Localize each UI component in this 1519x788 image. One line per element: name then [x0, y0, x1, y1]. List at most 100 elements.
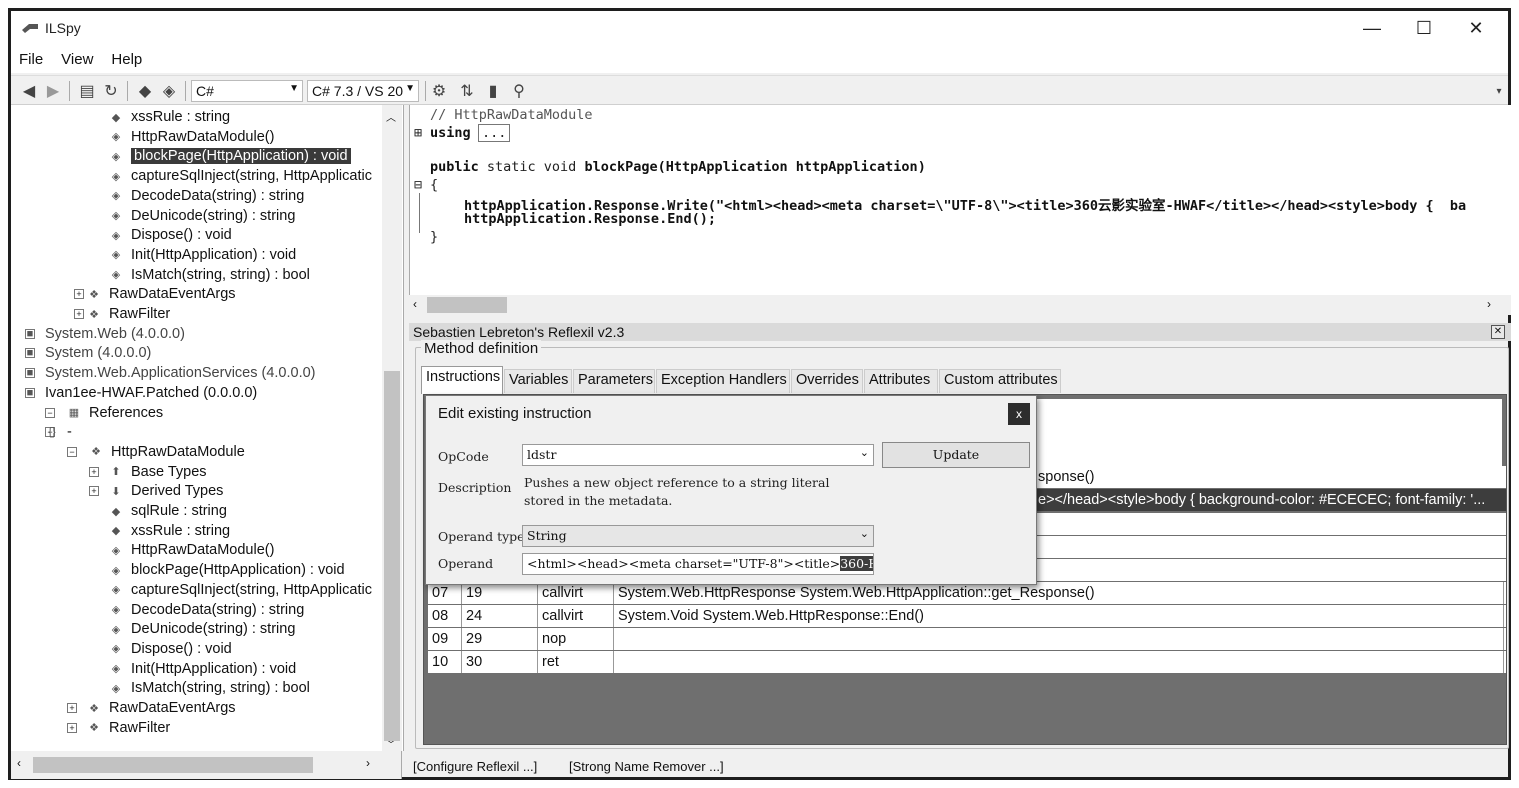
tab-variables[interactable]: Variables [504, 369, 572, 393]
tab-instructions[interactable]: Instructions [421, 366, 503, 394]
menu-bar: File View Help [11, 45, 1508, 73]
show-internal-icon[interactable]: ◆ [135, 81, 155, 101]
code-horizontal-scrollbar[interactable]: ‹ › [409, 295, 1511, 315]
tree-node[interactable]: ◆ xssRule : string [107, 107, 230, 127]
scroll-left-icon[interactable]: ‹ [17, 756, 21, 770]
tree-node[interactable]: ■ Ivan1ee-HWAF.Patched (0.0.0.0) [21, 383, 258, 403]
tree-node[interactable]: ◈ DecodeData(string) : string [107, 186, 305, 206]
tree-expander[interactable]: + [89, 486, 99, 497]
tab-attributes[interactable]: Attributes [864, 369, 938, 393]
table-row[interactable]: 09 29 nop [428, 628, 1506, 650]
scroll-left-icon[interactable]: ‹ [413, 297, 417, 311]
tree-node[interactable]: ◈ HttpRawDataModule() [107, 127, 275, 147]
code-hscroll-thumb[interactable] [427, 297, 507, 313]
title-bar: ILSpy — ☐ ✕ [11, 11, 1508, 45]
reload-icon[interactable]: ↻ [101, 81, 121, 101]
tree-expander[interactable]: + [74, 289, 84, 300]
opcode-select[interactable]: ldstr ⌄ [522, 444, 874, 466]
update-button[interactable]: Update [882, 442, 1030, 468]
tree-node[interactable]: ◆ xssRule : string [107, 521, 230, 541]
tree-node[interactable]: ◈ IsMatch(string, string) : bool [107, 678, 310, 698]
table-row[interactable]: 10 30 ret [428, 651, 1506, 673]
scroll-right-icon[interactable]: › [366, 756, 370, 770]
tree-node-label: DecodeData(string) : string [131, 601, 305, 618]
search-icon[interactable]: ⚲ [509, 81, 529, 101]
tree-node[interactable]: ❖ RawDataEventArgs [85, 698, 235, 718]
tree-node[interactable]: ■ System.Web (4.0.0.0) [21, 324, 185, 344]
tree-node[interactable]: ■ System (4.0.0.0) [21, 343, 152, 363]
toolbar-overflow-icon[interactable]: ▾ [1489, 81, 1509, 101]
fold-toggle[interactable]: ⊟ [414, 177, 422, 193]
tree-node[interactable]: ◆ sqlRule : string [107, 501, 227, 521]
maximize-button[interactable]: ☐ [1398, 11, 1450, 45]
tree-node-label: Ivan1ee-HWAF.Patched (0.0.0.0) [45, 384, 258, 401]
tree-node[interactable]: ◈ blockPage(HttpApplication) : void [107, 146, 351, 166]
tree-node[interactable]: ◈ Dispose() : void [107, 639, 232, 659]
fold-toggle[interactable]: ⊞ [414, 125, 422, 141]
menu-file[interactable]: File [19, 51, 43, 68]
tab-parameters[interactable]: Parameters [573, 369, 655, 393]
operand-type-select[interactable]: String ⌄ [522, 525, 874, 547]
tree-node[interactable]: ❖ RawFilter [85, 718, 170, 738]
reflexil-close-icon[interactable]: ✕ [1491, 325, 1505, 339]
tree-node[interactable]: ◈ HttpRawDataModule() [107, 540, 275, 560]
assembly-tree[interactable]: ◆ xssRule : string ◈ HttpRawDataModule() ◈ bl… [11, 105, 404, 751]
tree-expander[interactable]: + [89, 466, 99, 477]
tree-node[interactable]: ▦ References [65, 403, 163, 423]
scroll-up-icon[interactable]: ︿ [386, 109, 396, 124]
tree-node[interactable]: ◈ Dispose() : void [107, 225, 232, 245]
code-using: using [430, 125, 471, 141]
menu-help[interactable]: Help [111, 51, 142, 68]
tab-custom-attributes[interactable]: Custom attributes [939, 369, 1061, 393]
options-gear-icon[interactable]: ⚙ [429, 81, 449, 101]
tree-scroll-thumb[interactable] [384, 371, 400, 741]
back-icon[interactable]: ◀ [19, 81, 39, 101]
tree-expander[interactable]: − [45, 407, 55, 418]
code-view[interactable]: // HttpRawDataModule ⊞ using ... public … [409, 105, 1511, 311]
tree-node[interactable]: ⬇ Derived Types [107, 481, 223, 501]
tree-node[interactable]: ❖ RawDataEventArgs [85, 284, 235, 304]
tree-node[interactable]: ◈ captureSqlInject(string, HttpApplicatic [107, 580, 372, 600]
show-all-icon[interactable]: ◈ [159, 81, 179, 101]
table-row[interactable]: 08 24 callvirt System.Void System.Web.HttpR… [428, 605, 1506, 627]
operand-input[interactable]: <html><head><meta charset="UTF-8"><title… [522, 553, 874, 575]
version-select[interactable]: C# 7.3 / VS 20 ▼ [307, 80, 419, 102]
tree-expander[interactable]: + [74, 309, 84, 319]
chevron-down-icon: ⌄ [859, 527, 869, 540]
tree-expander[interactable]: − [67, 446, 77, 457]
book-icon[interactable]: ▮ [483, 81, 503, 101]
forward-icon[interactable]: ▶ [43, 81, 63, 101]
tree-node[interactable]: ◈ Init(HttpApplication) : void [107, 659, 296, 679]
tree-hscroll-thumb[interactable] [33, 757, 313, 773]
configure-reflexil-link[interactable]: [Configure Reflexil ...] [413, 755, 537, 779]
using-fold-box[interactable]: ... [478, 124, 511, 142]
menu-view[interactable]: View [61, 51, 93, 68]
minimize-button[interactable]: — [1346, 11, 1398, 45]
tree-expander[interactable]: + [67, 703, 77, 713]
strong-name-remover-link[interactable]: [Strong Name Remover ...] [569, 755, 724, 779]
tree-expander[interactable]: + [67, 722, 77, 733]
open-icon[interactable]: ▤ [77, 81, 97, 101]
tree-node-label: References [89, 404, 164, 421]
tree-node[interactable]: ■ System.Web.ApplicationServices (4.0.0.0… [21, 363, 316, 383]
tree-node[interactable]: ◈ DecodeData(string) : string [107, 600, 305, 620]
tree-node[interactable]: ❖ RawFilter [85, 304, 170, 324]
scroll-right-icon[interactable]: › [1487, 297, 1491, 311]
tab-overrides[interactable]: Overrides [791, 369, 863, 393]
table-row[interactable]: 07 19 callvirt System.Web.HttpResponse Syst… [428, 582, 1506, 604]
tree-node-label: Derived Types [131, 483, 224, 500]
close-button[interactable]: ✕ [1450, 11, 1502, 45]
tree-node[interactable]: ◈ captureSqlInject(string, HttpApplicatic [107, 166, 372, 186]
tree-node[interactable]: ◈ DeUnicode(string) : string [107, 206, 296, 226]
dialog-close-button[interactable]: x [1008, 403, 1030, 425]
tab-exception-handlers[interactable]: Exception Handlers [656, 369, 790, 393]
tree-node[interactable]: ◈ DeUnicode(string) : string [107, 619, 296, 639]
tree-node[interactable]: {} - [43, 422, 72, 442]
sort-icon[interactable]: ⇅ [457, 81, 477, 101]
tree-node[interactable]: ❖ HttpRawDataModule [87, 442, 245, 462]
tree-node[interactable]: ⬆ Base Types [107, 462, 206, 482]
language-select[interactable]: C# ▼ [191, 80, 303, 102]
tree-node[interactable]: ◈ Init(HttpApplication) : void [107, 245, 296, 265]
tree-node[interactable]: ◈ IsMatch(string, string) : bool [107, 265, 310, 285]
tree-node[interactable]: ◈ blockPage(HttpApplication) : void [107, 560, 345, 580]
